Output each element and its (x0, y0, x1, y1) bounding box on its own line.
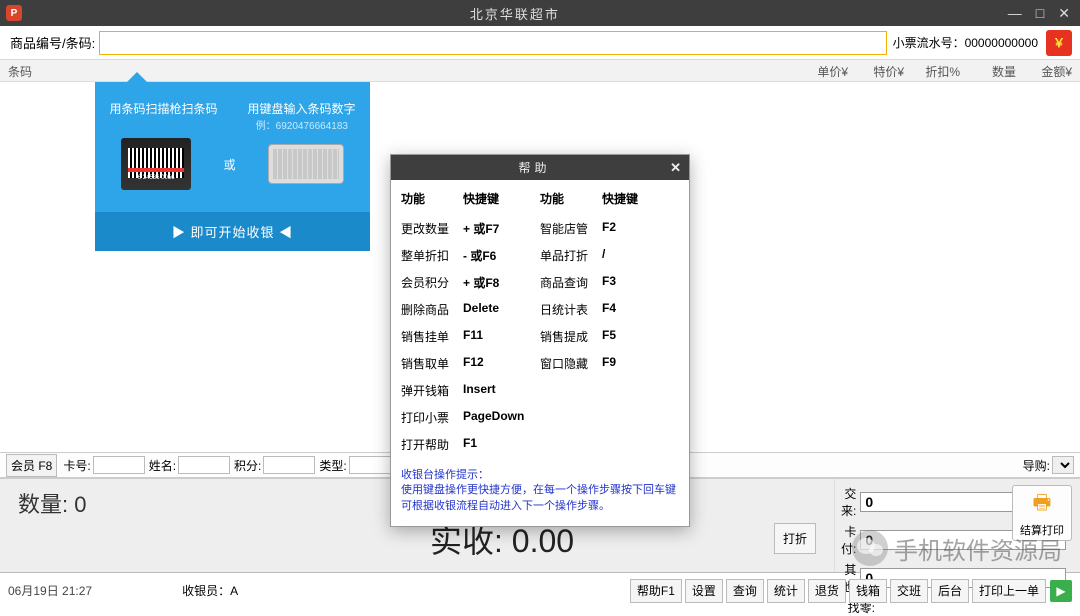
guide-label: 导购: (1023, 457, 1050, 474)
points-input[interactable] (263, 456, 315, 474)
help-close-button[interactable]: ✕ (670, 160, 681, 176)
checkout-print-button[interactable]: 🖶 结算打印 (1012, 485, 1072, 541)
ticket-number: 00000000000 (965, 36, 1038, 50)
hint-example: 例：6920476664183 (107, 117, 358, 132)
barcode-icon: 6 34536 0056 (121, 138, 191, 190)
type-label: 类型: (319, 457, 346, 474)
minimize-button[interactable]: — (1008, 5, 1022, 22)
scan-hint-tooltip: 用条码扫描枪扫条码 用键盘输入条码数字 例：6920476664183 6 34… (95, 82, 370, 251)
pay-card-label: 卡付: (841, 523, 856, 557)
hint-keyboard-text: 用键盘输入条码数字 (247, 100, 355, 117)
pay-cash-label: 交来: (841, 485, 856, 519)
help-row: 打印小票PageDown (401, 404, 540, 431)
col-barcode: 条码 (0, 60, 800, 81)
toolbar-button[interactable]: 退货 (808, 579, 846, 603)
card-label: 卡号: (63, 457, 90, 474)
toolbar-button[interactable]: 交班 (890, 579, 928, 603)
close-button[interactable]: ✕ (1058, 5, 1070, 22)
barcode-input[interactable] (99, 31, 886, 55)
coin-icon[interactable]: ￥ (1046, 30, 1072, 56)
cashier-display: 收银员：A (182, 582, 238, 599)
guide-select[interactable] (1052, 456, 1074, 474)
help-row: 弹开钱箱Insert (401, 377, 540, 404)
toolbar-button[interactable]: 后台 (931, 579, 969, 603)
help-row: 单品打折/ (540, 242, 679, 269)
card-input[interactable] (93, 456, 145, 474)
toolbar-button[interactable]: 打印上一单 (972, 579, 1046, 603)
play-button[interactable]: ▶ (1050, 580, 1072, 602)
toolbar-button[interactable]: 设置 (685, 579, 723, 603)
ticket-label: 小票流水号：00000000000 (893, 34, 1038, 51)
help-dialog: 帮助 ✕ 功能快捷键 更改数量+ 或F7整单折扣- 或F6会员积分+ 或F8删除… (390, 154, 690, 527)
help-row: 销售挂单F11 (401, 323, 540, 350)
col-qty: 数量 (968, 60, 1024, 81)
help-footer-tip: 收银台操作提示： 使用键盘操作更快捷方便，在每一个操作步骤按下回车键可根据收银流… (391, 462, 689, 526)
help-row: 更改数量+ 或F7 (401, 215, 540, 242)
status-datetime: 06月19日 21:27 (8, 582, 92, 599)
keyboard-icon (268, 144, 344, 184)
quantity-display: 数量: 0 (18, 492, 87, 517)
window-title: 北京华联超市 (22, 4, 1008, 23)
name-input[interactable] (178, 456, 230, 474)
help-title: 帮助 (399, 159, 670, 176)
help-row: 会员积分+ 或F8 (401, 269, 540, 296)
toolbar-button[interactable]: 帮助F1 (630, 579, 682, 603)
window-titlebar: P 北京华联超市 — □ ✕ (0, 0, 1080, 26)
discount-button[interactable]: 打折 (774, 523, 816, 554)
toolbar-button[interactable]: 钱箱 (849, 579, 887, 603)
barcode-row: 商品编号/条码: 小票流水号：00000000000 ￥ (0, 26, 1080, 60)
barcode-label: 商品编号/条码: (10, 33, 95, 52)
item-table-header: 条码 单价¥ 特价¥ 折扣% 数量 金额¥ (0, 60, 1080, 82)
hint-or: 或 (223, 156, 235, 173)
toolbar-button[interactable]: 查询 (726, 579, 764, 603)
name-label: 姓名: (149, 457, 176, 474)
maximize-button[interactable]: □ (1036, 5, 1044, 22)
col-price: 单价¥ (800, 60, 856, 81)
member-button[interactable]: 会员 F8 (6, 454, 57, 477)
printer-icon: 🖶 (1033, 488, 1052, 522)
hint-start: ▶ 即可开始收银 ◀ (95, 212, 370, 251)
help-row: 打开帮助F1 (401, 431, 540, 458)
help-row: 销售提成F5 (540, 323, 679, 350)
toolbar-button[interactable]: 统计 (767, 579, 805, 603)
col-special: 特价¥ (856, 60, 912, 81)
help-row: 销售取单F12 (401, 350, 540, 377)
col-amount: 金额¥ (1024, 60, 1080, 81)
app-icon: P (6, 5, 22, 21)
help-row: 窗口隐藏F9 (540, 350, 679, 377)
help-row: 智能店管F2 (540, 215, 679, 242)
help-row: 删除商品Delete (401, 296, 540, 323)
help-row: 日统计表F4 (540, 296, 679, 323)
help-row: 整单折扣- 或F6 (401, 242, 540, 269)
help-row: 商品查询F3 (540, 269, 679, 296)
item-list-area: 用条码扫描枪扫条码 用键盘输入条码数字 例：6920476664183 6 34… (0, 82, 1080, 452)
hint-scan-text: 用条码扫描枪扫条码 (109, 100, 217, 117)
col-discount: 折扣% (912, 60, 968, 81)
points-label: 积分: (234, 457, 261, 474)
